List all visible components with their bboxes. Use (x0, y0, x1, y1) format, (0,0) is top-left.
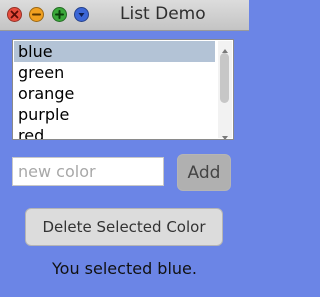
delete-selected-color-button[interactable]: Delete Selected Color (25, 208, 223, 246)
list-item-green[interactable]: green (14, 62, 215, 83)
close-icon[interactable] (7, 7, 22, 22)
list-item-purple[interactable]: purple (14, 104, 215, 125)
selection-status-label: You selected blue. (52, 259, 197, 278)
title-bar: List Demo (0, 0, 249, 31)
list-item-blue[interactable]: blue (14, 41, 215, 62)
add-button[interactable]: Add (177, 154, 231, 191)
scroll-up-arrow-icon[interactable] (218, 41, 232, 53)
window-title: List Demo (120, 4, 206, 24)
color-listbox[interactable]: blue green orange purple red (12, 39, 234, 140)
menu-icon[interactable] (74, 7, 89, 22)
list-scrollbar[interactable] (218, 41, 232, 139)
list-item-red[interactable]: red (14, 125, 215, 139)
minimize-icon[interactable] (29, 7, 44, 22)
new-color-input[interactable] (12, 157, 164, 186)
list-item-orange[interactable]: orange (14, 83, 215, 104)
scroll-thumb[interactable] (220, 53, 229, 103)
scroll-down-arrow-icon[interactable] (218, 128, 232, 139)
maximize-icon[interactable] (52, 7, 67, 22)
window-content: blue green orange purple red Add Delete … (0, 31, 249, 297)
